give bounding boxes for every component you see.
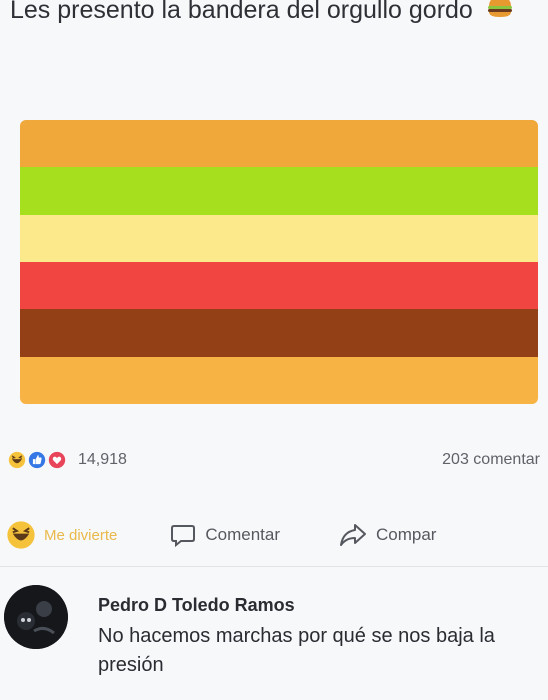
post-actions: Me divierte Comentar Compar — [6, 515, 546, 555]
comment-body: Pedro D Toledo Ramos No hacemos marchas … — [98, 595, 518, 680]
burger-flag — [20, 120, 538, 404]
flag-stripe-bun-top — [20, 120, 538, 168]
reaction-icons — [6, 449, 68, 471]
comment-label: Comentar — [205, 525, 280, 544]
flag-stripe-patty — [20, 309, 538, 357]
post-text: Les presento la bandera del orgullo gord… — [10, 0, 540, 35]
haha-button[interactable]: Me divierte — [6, 520, 117, 550]
comment-text: No hacemos marchas por qué se nos baja l… — [98, 625, 495, 676]
flag-stripe-cheese — [20, 214, 538, 262]
share-label: Compar — [376, 525, 437, 544]
share-button[interactable]: Compar — [338, 521, 436, 549]
comment-author[interactable]: Pedro D Toledo Ramos — [98, 595, 518, 616]
reaction-count[interactable]: 14,918 — [78, 451, 127, 469]
flag-stripe-bun-bottom — [20, 356, 538, 404]
avatar[interactable] — [4, 585, 68, 649]
comment-count[interactable]: 203 comentar — [442, 451, 546, 469]
haha-label: Me divierte — [44, 526, 118, 544]
reactions-summary[interactable]: 14,918 203 comentar — [6, 443, 546, 477]
like-icon — [26, 449, 48, 471]
share-icon — [340, 524, 366, 546]
comment-icon — [171, 525, 196, 548]
hamburger-icon — [486, 0, 514, 35]
comment-button[interactable]: Comentar — [169, 521, 280, 549]
flag-stripe-tomato — [20, 261, 538, 310]
haha-icon — [7, 521, 35, 549]
love-icon — [46, 449, 68, 471]
haha-icon — [6, 449, 28, 471]
post-text-content: Les presento la bandera del orgullo gord… — [10, 0, 473, 24]
flag-stripe-lettuce — [20, 167, 538, 215]
divider — [0, 566, 548, 567]
comment: Pedro D Toledo Ramos No hacemos marchas … — [4, 585, 544, 680]
